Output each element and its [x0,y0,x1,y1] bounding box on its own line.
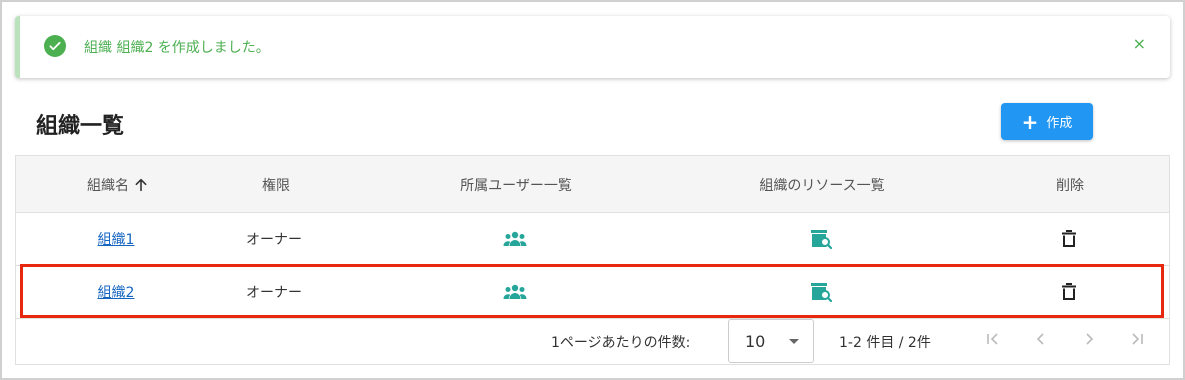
table-row: 組織1 オーナー [16,213,1169,266]
alert-message: 組織 組織2 を作成しました。 [84,40,270,56]
resource-search-icon[interactable] [810,229,832,249]
org-role: オーナー [246,232,302,248]
header-role: 権限 [262,178,290,194]
plus-icon: + [1021,109,1039,134]
alert-close-button[interactable]: × [1133,34,1146,53]
trash-icon[interactable] [1061,283,1077,301]
prev-page-icon[interactable] [1033,331,1049,351]
table-row: 組織2 オーナー [16,266,1169,319]
rows-per-page-label: 1ページあたりの件数: [551,335,691,351]
chevron-down-icon [789,339,799,344]
org-role: オーナー [246,285,302,301]
group-icon[interactable] [503,284,527,300]
first-page-icon[interactable] [985,331,1001,351]
table-header: 組織名 権限 所属ユーザー一覧 組織のリソース一覧 削除 [16,156,1169,213]
header-users: 所属ユーザー一覧 [460,178,572,194]
next-page-icon[interactable] [1081,331,1097,351]
organizations-table: 組織名 権限 所属ユーザー一覧 組織のリソース一覧 削除 組織1 オーナー 組織… [15,155,1170,365]
pagination: 1ページあたりの件数: 10 1-2 件目 / 2件 [16,319,1169,366]
create-button-label: 作成 [1046,116,1073,131]
header-resources: 組織のリソース一覧 [759,178,885,194]
page-title: 組織一覧 [36,114,125,139]
header-name[interactable]: 組織名 [87,175,149,195]
header-delete: 削除 [1056,178,1084,194]
org-name-link[interactable]: 組織1 [98,229,135,249]
page-range: 1-2 件目 / 2件 [839,335,931,351]
header-name-label: 組織名 [87,178,129,194]
group-icon[interactable] [503,231,527,247]
check-circle-icon [44,35,66,57]
rows-per-page-select[interactable]: 10 [728,319,814,363]
org-name-link[interactable]: 組織2 [98,282,135,302]
success-alert: 組織 組織2 を作成しました。 × [15,16,1170,78]
create-button[interactable]: + 作成 [1001,103,1093,140]
trash-icon[interactable] [1061,230,1077,248]
resource-search-icon[interactable] [810,282,832,302]
arrow-up-icon [135,178,147,192]
last-page-icon[interactable] [1129,331,1145,351]
rows-per-page-value: 10 [745,331,766,351]
